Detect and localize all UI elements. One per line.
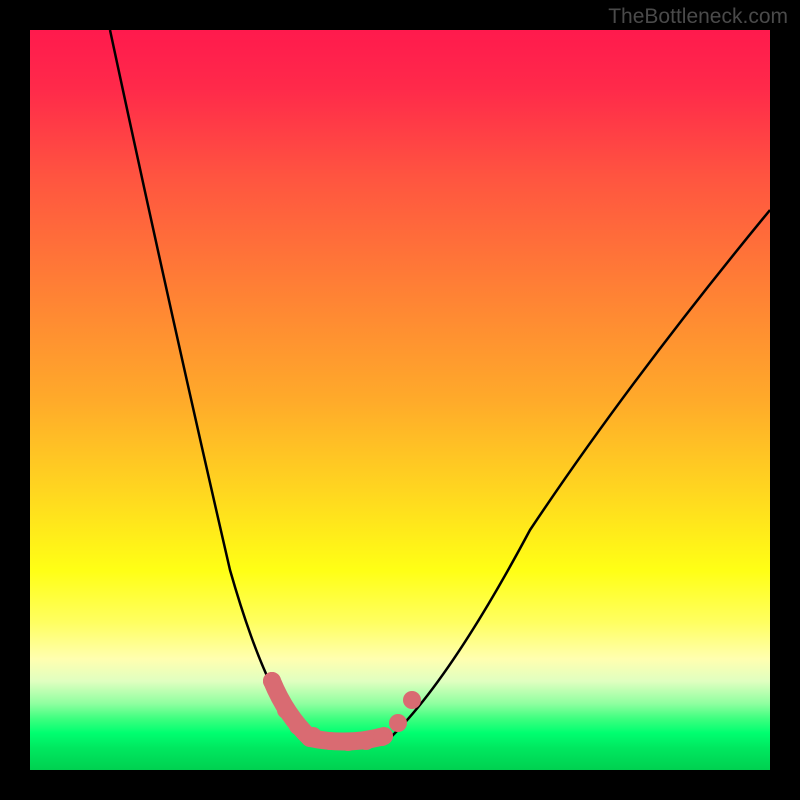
watermark-text: TheBottleneck.com: [608, 5, 788, 29]
dot-8: [373, 728, 391, 746]
dot-10: [403, 691, 421, 709]
dot-5: [321, 732, 339, 750]
dot-7: [357, 732, 375, 750]
dot-6: [339, 733, 357, 751]
right-curve: [390, 210, 770, 738]
dot-3: [289, 717, 307, 735]
chart-svg: [30, 30, 770, 770]
left-curve: [110, 30, 310, 740]
dot-4: [304, 727, 322, 745]
dot-1: [263, 672, 281, 690]
dot-2: [277, 701, 295, 719]
dot-9: [389, 714, 407, 732]
